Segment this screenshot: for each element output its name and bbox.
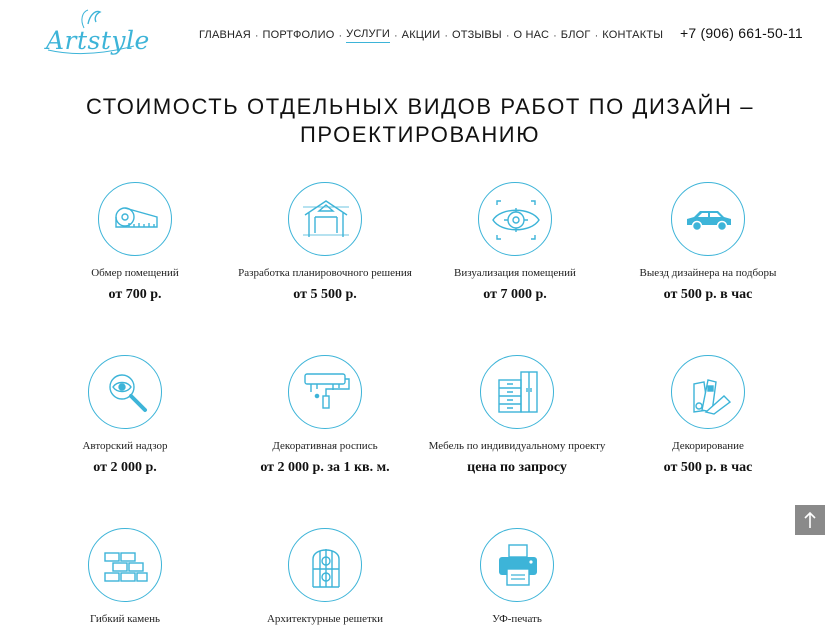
service-name: Выезд дизайнера на подборы [639,267,777,279]
nav-separator: · [444,29,449,42]
nav-item-about[interactable]: О нас [514,29,550,43]
service-card[interactable]: Обмер помещений от 700 р. [35,182,235,303]
brick-wall-icon [88,528,162,602]
nav-separator: · [393,29,398,42]
arrow-up-icon [804,511,816,528]
service-name: Декорирование [672,440,744,452]
service-name: Авторский надзор [82,440,168,452]
nav-item-services[interactable]: Услуги [346,28,390,43]
eye-icon [478,182,552,256]
service-price: от 500 р. в час [663,287,753,302]
nav-item-portfolio[interactable]: Портфолио [263,29,335,43]
service-card[interactable]: УФ-печать [417,528,617,626]
nav-item-promotions[interactable]: Акции [402,29,441,43]
logo[interactable]: Artstyle [44,6,149,58]
color-swatches-icon [671,355,745,429]
service-name: Разработка планировочного решения [238,267,412,279]
page-title: Стоимость отдельных видов работ по дизай… [85,94,755,147]
phone-link[interactable]: +7 (906) 661-50-11 [680,25,803,41]
nav-separator: · [505,29,510,42]
service-price: от 500 р. в час [663,460,753,475]
service-price: от 7 000 р. [483,287,547,302]
service-price: от 2 000 р. за 1 кв. м. [260,460,390,475]
wardrobe-icon [480,355,554,429]
service-name: Декоративная роспись [272,440,378,452]
printer-icon [480,528,554,602]
service-name: Гибкий камень [89,613,161,625]
main-nav: Главная · Портфолио · Услуги · Акции · О… [199,28,663,43]
service-card[interactable]: Декорирование от 500 р. в час [608,355,808,476]
car-icon [671,182,745,256]
service-price: от 2 000 р. [93,460,157,475]
floor-plan-icon [288,182,362,256]
service-name: Архитектурные решетки [266,613,384,625]
nav-item-reviews[interactable]: Отзывы [452,29,502,43]
nav-item-blog[interactable]: Блог [561,29,591,43]
service-card[interactable]: Гибкий камень [25,528,225,626]
nav-item-home[interactable]: Главная [199,29,251,43]
service-card[interactable]: Визуализация помещений от 7 000 р. [415,182,615,303]
service-name: Обмер помещений [91,267,179,279]
service-price: от 5 500 р. [293,287,357,302]
service-card[interactable]: Мебель по индивидуальному проекту цена п… [417,355,617,476]
nav-item-contacts[interactable]: Контакты [602,29,663,43]
site-header: Artstyle Главная · Портфолио · Услуги · … [0,0,840,70]
scroll-top-button[interactable] [795,505,825,535]
service-card[interactable]: Разработка планировочного решения от 5 5… [225,182,425,303]
service-name: Мебель по индивидуальному проекту [428,440,606,452]
service-name: УФ-печать [492,613,542,625]
paint-roller-icon [288,355,362,429]
service-price: цена по запросу [467,460,567,475]
arched-grille-icon [288,528,362,602]
service-price: от 700 р. [108,287,162,302]
service-card[interactable]: Авторский надзор от 2 000 р. [25,355,225,476]
nav-separator: · [254,29,259,42]
magnifier-eye-icon [88,355,162,429]
tape-measure-icon [98,182,172,256]
service-card[interactable]: Выезд дизайнера на подборы от 500 р. в ч… [608,182,808,303]
nav-separator: · [553,29,557,42]
logo-text: Artstyle [46,26,150,55]
service-card[interactable]: Декоративная роспись от 2 000 р. за 1 кв… [225,355,425,476]
nav-separator: · [338,29,343,42]
service-name: Визуализация помещений [454,267,576,279]
service-card[interactable]: Архитектурные решетки [225,528,425,626]
nav-separator: · [594,29,599,42]
